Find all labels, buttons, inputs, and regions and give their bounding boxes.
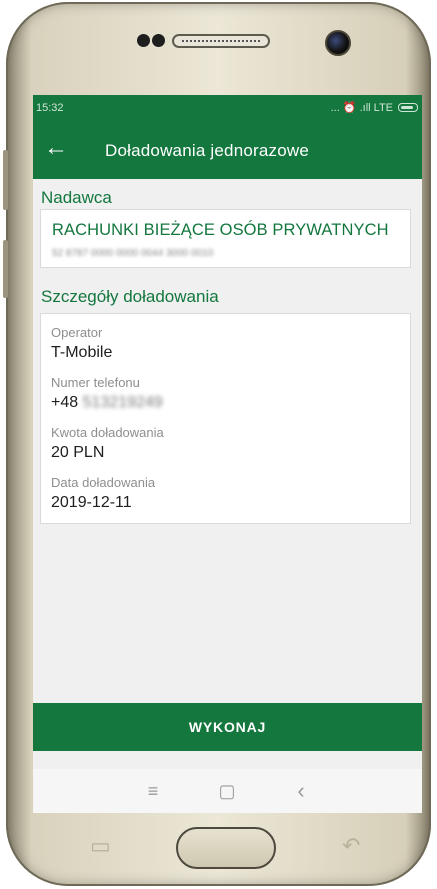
details-section-title: Szczegóły doładowania — [41, 287, 219, 306]
battery-icon — [398, 103, 418, 112]
operator-value: T-Mobile — [51, 344, 113, 361]
status-indicator-text: ... ⏰ .ıll LTE — [330, 102, 393, 114]
amount-value: 20 PLN — [51, 444, 105, 461]
status-time: 15:32 — [36, 102, 64, 114]
account-name: RACHUNKI BIEŻĄCE OSÓB PRYWATNYCH — [52, 221, 389, 239]
sender-card: RACHUNKI BIEŻĄCE OSÓB PRYWATNYCH 52 8787… — [40, 209, 411, 268]
execute-button[interactable]: WYKONAJ — [33, 703, 422, 751]
date-value: 2019-12-11 — [51, 494, 132, 511]
system-nav-bar: ≡ ▢ ‹ — [33, 769, 422, 813]
phone-number-digits: 513219249 — [82, 394, 163, 411]
back-icon[interactable]: ‹ — [289, 779, 313, 803]
amount-label: Kwota doładowania — [51, 425, 164, 440]
home-icon[interactable]: ▢ — [215, 779, 239, 803]
account-number: 52 8787 0000 0000 0044 3000 0010 — [52, 248, 214, 259]
power-button — [3, 240, 8, 298]
home-button[interactable] — [176, 827, 276, 869]
details-card: Operator T-Mobile Numer telefonu +48 513… — [40, 313, 411, 524]
status-indicators: ... ⏰ .ıll LTE — [331, 101, 418, 114]
arrow-left-icon[interactable]: ← — [43, 135, 69, 161]
operator-label: Operator — [51, 325, 103, 340]
menu-icon[interactable]: ≡ — [141, 779, 165, 803]
status-bar: 15:32 ... ⏰ .ıll LTE — [33, 95, 422, 121]
app-bar: ← Doładowania jednorazowe — [33, 121, 422, 179]
date-label: Data doładowania — [51, 475, 156, 490]
sender-section-title: Nadawca — [41, 188, 112, 207]
recent-apps-icon[interactable]: ▭ — [90, 833, 111, 859]
page-title: Doładowania jednorazowe — [105, 141, 310, 160]
earpiece-speaker — [172, 34, 270, 48]
proximity-sensor — [137, 34, 150, 47]
front-camera — [325, 30, 351, 56]
volume-button — [3, 150, 8, 210]
phone-number-label: Numer telefonu — [51, 375, 140, 390]
light-sensor — [152, 34, 165, 47]
hardware-back-icon[interactable]: ↶ — [342, 833, 360, 859]
phone-screen: 15:32 ... ⏰ .ıll LTE ← Doładowania jedno… — [33, 95, 422, 813]
phone-mockup: 15:32 ... ⏰ .ıll LTE ← Doładowania jedno… — [0, 0, 437, 889]
phone-prefix: +48 — [51, 394, 79, 411]
phone-number-value: +48 513219249 — [51, 394, 163, 412]
